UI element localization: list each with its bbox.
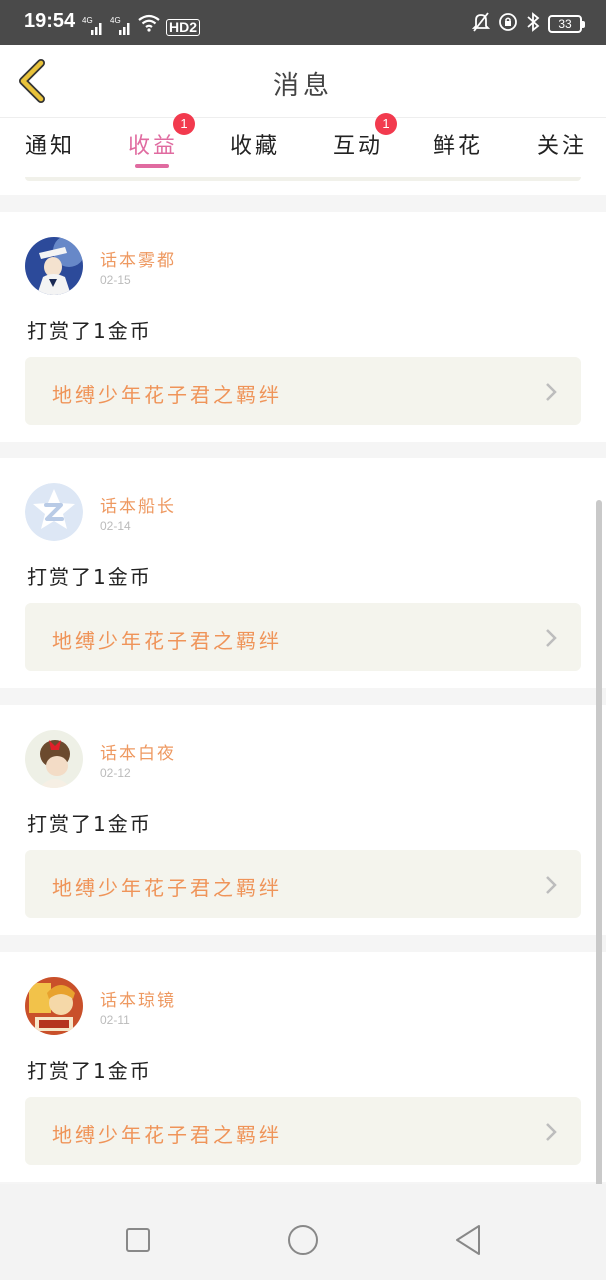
recent-apps-square-icon[interactable] (118, 1220, 158, 1260)
page-title: 消息 (272, 71, 333, 101)
message-date: 02-11 (100, 1013, 130, 1027)
message-date: 02-15 (100, 273, 131, 287)
chevron-right-icon (546, 629, 557, 647)
chevron-right-icon (546, 876, 557, 894)
chevron-right-icon (546, 1123, 557, 1141)
reward-text: 打赏了1金币 (27, 1059, 152, 1083)
book-title: 地缚少年花子君之羁绊 (52, 629, 282, 653)
scrollbar[interactable] (596, 500, 602, 1195)
status-bar: 19:54 4G 4G HD2 33 (0, 0, 606, 45)
chevron-right-icon (546, 383, 557, 401)
book-link[interactable]: 地缚少年花子君之羁绊 (25, 357, 581, 425)
book-link[interactable]: 地缚少年花子君之羁绊 (25, 603, 581, 671)
avatar[interactable] (25, 977, 83, 1035)
mute-bell-icon (471, 12, 491, 36)
battery-icon: 33 (548, 15, 585, 33)
message-date: 02-14 (100, 519, 131, 533)
tab-follows[interactable]: 关注 (537, 128, 587, 160)
active-tab-indicator (135, 164, 169, 168)
message-date: 02-12 (100, 766, 131, 780)
home-circle-icon[interactable] (283, 1220, 323, 1260)
book-link[interactable]: 地缚少年花子君之羁绊 (25, 850, 581, 918)
back-triangle-icon[interactable] (448, 1220, 488, 1260)
status-time: 19:54 (24, 10, 76, 32)
message-card: 话本雾都 02-15 打赏了1金币 地缚少年花子君之羁绊 (0, 212, 606, 442)
lock-rotation-icon (498, 12, 518, 36)
message-card: 话本琼镜 02-11 打赏了1金币 地缚少年花子君之羁绊 (0, 952, 606, 1182)
status-left-icons: 4G 4G HD2 (82, 14, 201, 36)
previous-card-edge (0, 177, 606, 195)
signal-2-icon: 4G (110, 16, 132, 36)
reward-text: 打赏了1金币 (27, 319, 152, 343)
bluetooth-icon (526, 12, 540, 36)
tab-interactions[interactable]: 互动 (333, 128, 383, 160)
system-nav-bar (0, 1184, 606, 1280)
book-title: 地缚少年花子君之羁绊 (52, 383, 282, 407)
hd-icon: HD2 (166, 19, 201, 36)
tab-earnings-badge: 1 (173, 113, 195, 135)
avatar[interactable] (25, 730, 83, 788)
reward-text: 打赏了1金币 (27, 812, 152, 836)
reward-text: 打赏了1金币 (27, 565, 152, 589)
signal-1-icon: 4G (82, 16, 104, 36)
tab-interactions-badge: 1 (375, 113, 397, 135)
status-right-icons: 33 (471, 12, 585, 36)
avatar[interactable] (25, 237, 83, 295)
tab-earnings[interactable]: 收益 (128, 128, 178, 160)
tab-bar: 通知 收益 1 收藏 互动 1 鲜花 关注 (0, 113, 606, 177)
book-link[interactable]: 地缚少年花子君之羁绊 (25, 1097, 581, 1165)
tab-flowers[interactable]: 鲜花 (433, 128, 483, 160)
avatar[interactable] (25, 483, 83, 541)
sender-name[interactable]: 话本琼镜 (100, 986, 176, 1011)
tab-favorites[interactable]: 收藏 (230, 128, 280, 160)
message-card: 话本船长 02-14 打赏了1金币 地缚少年花子君之羁绊 (0, 458, 606, 688)
book-title: 地缚少年花子君之羁绊 (52, 876, 282, 900)
message-card: 话本白夜 02-12 打赏了1金币 地缚少年花子君之羁绊 (0, 705, 606, 935)
sender-name[interactable]: 话本雾都 (100, 246, 176, 271)
header: 消息 (0, 45, 606, 117)
sender-name[interactable]: 话本船长 (100, 492, 176, 517)
sender-name[interactable]: 话本白夜 (100, 739, 176, 764)
book-title: 地缚少年花子君之羁绊 (52, 1123, 282, 1147)
wifi-icon (138, 14, 160, 36)
tab-notifications[interactable]: 通知 (25, 128, 75, 160)
